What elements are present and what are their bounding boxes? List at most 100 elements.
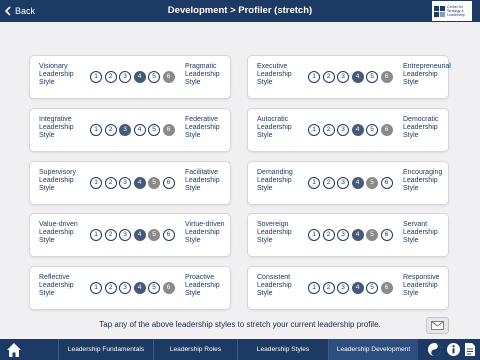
profile-card-supervisory[interactable]: Supervisory Leadership Style 1 2 3 4 5 6 Facili… xyxy=(29,161,231,205)
profile-card-visionary[interactable]: Visionary Leadership Style 1 2 3 4 5 6 Pragmati… xyxy=(29,55,231,99)
rating-dot-1[interactable]: 1 xyxy=(90,282,102,294)
style-label-right: Federative Leadership Style xyxy=(185,116,220,139)
rating-scale: 123456 xyxy=(90,124,177,136)
rating-dot-3[interactable]: 3 xyxy=(337,71,349,83)
rating-dot-6[interactable]: 6 xyxy=(162,177,175,189)
rating-dot-2[interactable]: 2 xyxy=(322,282,335,294)
tab-leadership-fundamentals[interactable]: Leadership Fundamentals xyxy=(58,339,153,360)
home-icon xyxy=(7,343,21,357)
rating-dot-6[interactable]: 6 xyxy=(162,124,175,136)
rating-dot-2[interactable]: 2 xyxy=(104,71,117,83)
rating-dot-2[interactable]: 2 xyxy=(104,229,117,241)
rating-scale: 123456 xyxy=(308,177,395,189)
rating-dot-3[interactable]: 3 xyxy=(119,229,131,241)
info-button[interactable] xyxy=(446,342,461,357)
profile-card-reflective[interactable]: Reflective Leadership Style 1 2 3 4 5 6 Proacti… xyxy=(29,266,231,310)
rating-dot-4[interactable]: 4 xyxy=(351,71,364,83)
profile-card-value-driven[interactable]: Value-driven Leadership Style 1 2 3 4 5 6 Virtu… xyxy=(29,213,231,257)
style-label-left: Autocratic Leadership Style xyxy=(257,116,292,139)
rating-dot-3[interactable]: 3 xyxy=(119,124,131,136)
rating-dot-5[interactable]: 5 xyxy=(366,177,378,189)
rating-dot-4[interactable]: 4 xyxy=(133,124,146,136)
rating-dot-4[interactable]: 4 xyxy=(133,71,146,83)
rating-dot-3[interactable]: 3 xyxy=(119,71,131,83)
rating-dot-3[interactable]: 3 xyxy=(119,282,131,294)
rating-dot-1[interactable]: 1 xyxy=(90,124,102,136)
style-label-left: Value-driven Leadership Style xyxy=(39,221,78,244)
rating-dot-2[interactable]: 2 xyxy=(104,282,117,294)
style-label-right: Facilitative Leadership Style xyxy=(185,169,220,192)
profile-card-consistent[interactable]: Consistent Leadership Style 1 2 3 4 5 6 Respons… xyxy=(247,266,449,310)
rating-dot-2[interactable]: 2 xyxy=(104,177,117,189)
rating-dot-1[interactable]: 1 xyxy=(308,229,320,241)
rating-dot-5[interactable]: 5 xyxy=(148,124,160,136)
profile-card-sovereign[interactable]: Sovereign Leadership Style 1 2 3 4 5 6 Servant … xyxy=(247,213,449,257)
rating-dot-1[interactable]: 1 xyxy=(90,177,102,189)
yin-yang-button[interactable] xyxy=(427,342,442,357)
rating-scale: 123456 xyxy=(90,177,177,189)
rating-dot-1[interactable]: 1 xyxy=(308,177,320,189)
rating-dot-1[interactable]: 1 xyxy=(308,71,320,83)
profile-card-demanding[interactable]: Demanding Leadership Style 1 2 3 4 5 6 Encourag… xyxy=(247,161,449,205)
style-label-right: Proactive Leadership Style xyxy=(185,274,220,297)
style-label-right: Entrepreneurial Leadership Style xyxy=(403,63,451,86)
rating-dot-1[interactable]: 1 xyxy=(308,282,320,294)
profile-card-autocratic[interactable]: Autocratic Leadership Style 1 2 3 4 5 6 Democra… xyxy=(247,108,449,152)
rating-dot-3[interactable]: 3 xyxy=(337,124,349,136)
bottom-nav: Leadership Fundamentals Leadership Roles… xyxy=(0,339,480,360)
profile-card-executive[interactable]: Executive Leadership Style 1 2 3 4 5 6 Entrepre… xyxy=(247,55,451,99)
rating-dot-5[interactable]: 5 xyxy=(366,282,378,294)
rating-dot-3[interactable]: 3 xyxy=(337,229,349,241)
rating-dot-6[interactable]: 6 xyxy=(162,71,175,83)
home-button[interactable] xyxy=(6,342,22,358)
rating-dot-5[interactable]: 5 xyxy=(148,71,160,83)
style-label-right: Encouraging Leadership Style xyxy=(403,169,443,192)
rating-dot-2[interactable]: 2 xyxy=(322,229,335,241)
rating-scale: 123456 xyxy=(90,71,177,83)
info-icon xyxy=(447,343,460,356)
rating-dot-4[interactable]: 4 xyxy=(133,282,146,294)
rating-dot-2[interactable]: 2 xyxy=(322,177,335,189)
rating-dot-5[interactable]: 5 xyxy=(148,177,160,189)
tab-leadership-development[interactable]: Leadership Development xyxy=(328,339,418,360)
tab-leadership-styles[interactable]: Leadership Styles xyxy=(237,339,328,360)
logo-text: Center for Strategy & Leadership xyxy=(447,5,465,17)
rating-dot-2[interactable]: 2 xyxy=(322,71,335,83)
rating-dot-5[interactable]: 5 xyxy=(148,282,160,294)
rating-dot-4[interactable]: 4 xyxy=(133,177,146,189)
rating-dot-5[interactable]: 5 xyxy=(366,71,378,83)
rating-dot-1[interactable]: 1 xyxy=(308,124,320,136)
mail-icon xyxy=(431,321,444,330)
rating-scale: 123456 xyxy=(308,229,395,241)
rating-dot-4[interactable]: 4 xyxy=(133,229,146,241)
rating-dot-4[interactable]: 4 xyxy=(351,229,364,241)
rating-dot-5[interactable]: 5 xyxy=(148,229,160,241)
rating-dot-6[interactable]: 6 xyxy=(380,177,393,189)
rating-dot-1[interactable]: 1 xyxy=(90,229,102,241)
rating-dot-3[interactable]: 3 xyxy=(119,177,131,189)
rating-dot-5[interactable]: 5 xyxy=(366,124,378,136)
rating-dot-5[interactable]: 5 xyxy=(366,229,378,241)
rating-dot-6[interactable]: 6 xyxy=(380,282,393,294)
rating-dot-6[interactable]: 6 xyxy=(162,229,175,241)
rating-dot-6[interactable]: 6 xyxy=(162,282,175,294)
rating-dot-1[interactable]: 1 xyxy=(90,71,102,83)
yin-yang-icon xyxy=(428,343,441,356)
rating-dot-3[interactable]: 3 xyxy=(337,177,349,189)
style-label-left: Integrative Leadership Style xyxy=(39,116,74,139)
style-label-right: Virtue-driven Leadership Style xyxy=(185,221,225,244)
tab-leadership-roles[interactable]: Leadership Roles xyxy=(153,339,237,360)
rating-dot-6[interactable]: 6 xyxy=(380,229,393,241)
rating-dot-2[interactable]: 2 xyxy=(322,124,335,136)
rating-dot-6[interactable]: 6 xyxy=(380,124,393,136)
rating-dot-2[interactable]: 2 xyxy=(104,124,117,136)
rating-dot-4[interactable]: 4 xyxy=(351,124,364,136)
rating-dot-4[interactable]: 4 xyxy=(351,282,364,294)
rating-dot-3[interactable]: 3 xyxy=(337,282,349,294)
mail-button[interactable] xyxy=(426,317,449,334)
rating-dot-6[interactable]: 6 xyxy=(380,71,393,83)
document-button[interactable] xyxy=(464,342,479,357)
profile-card-integrative[interactable]: Integrative Leadership Style 1 2 3 4 5 6 Federa… xyxy=(29,108,231,152)
rating-dot-4[interactable]: 4 xyxy=(351,177,364,189)
document-icon xyxy=(465,343,475,356)
